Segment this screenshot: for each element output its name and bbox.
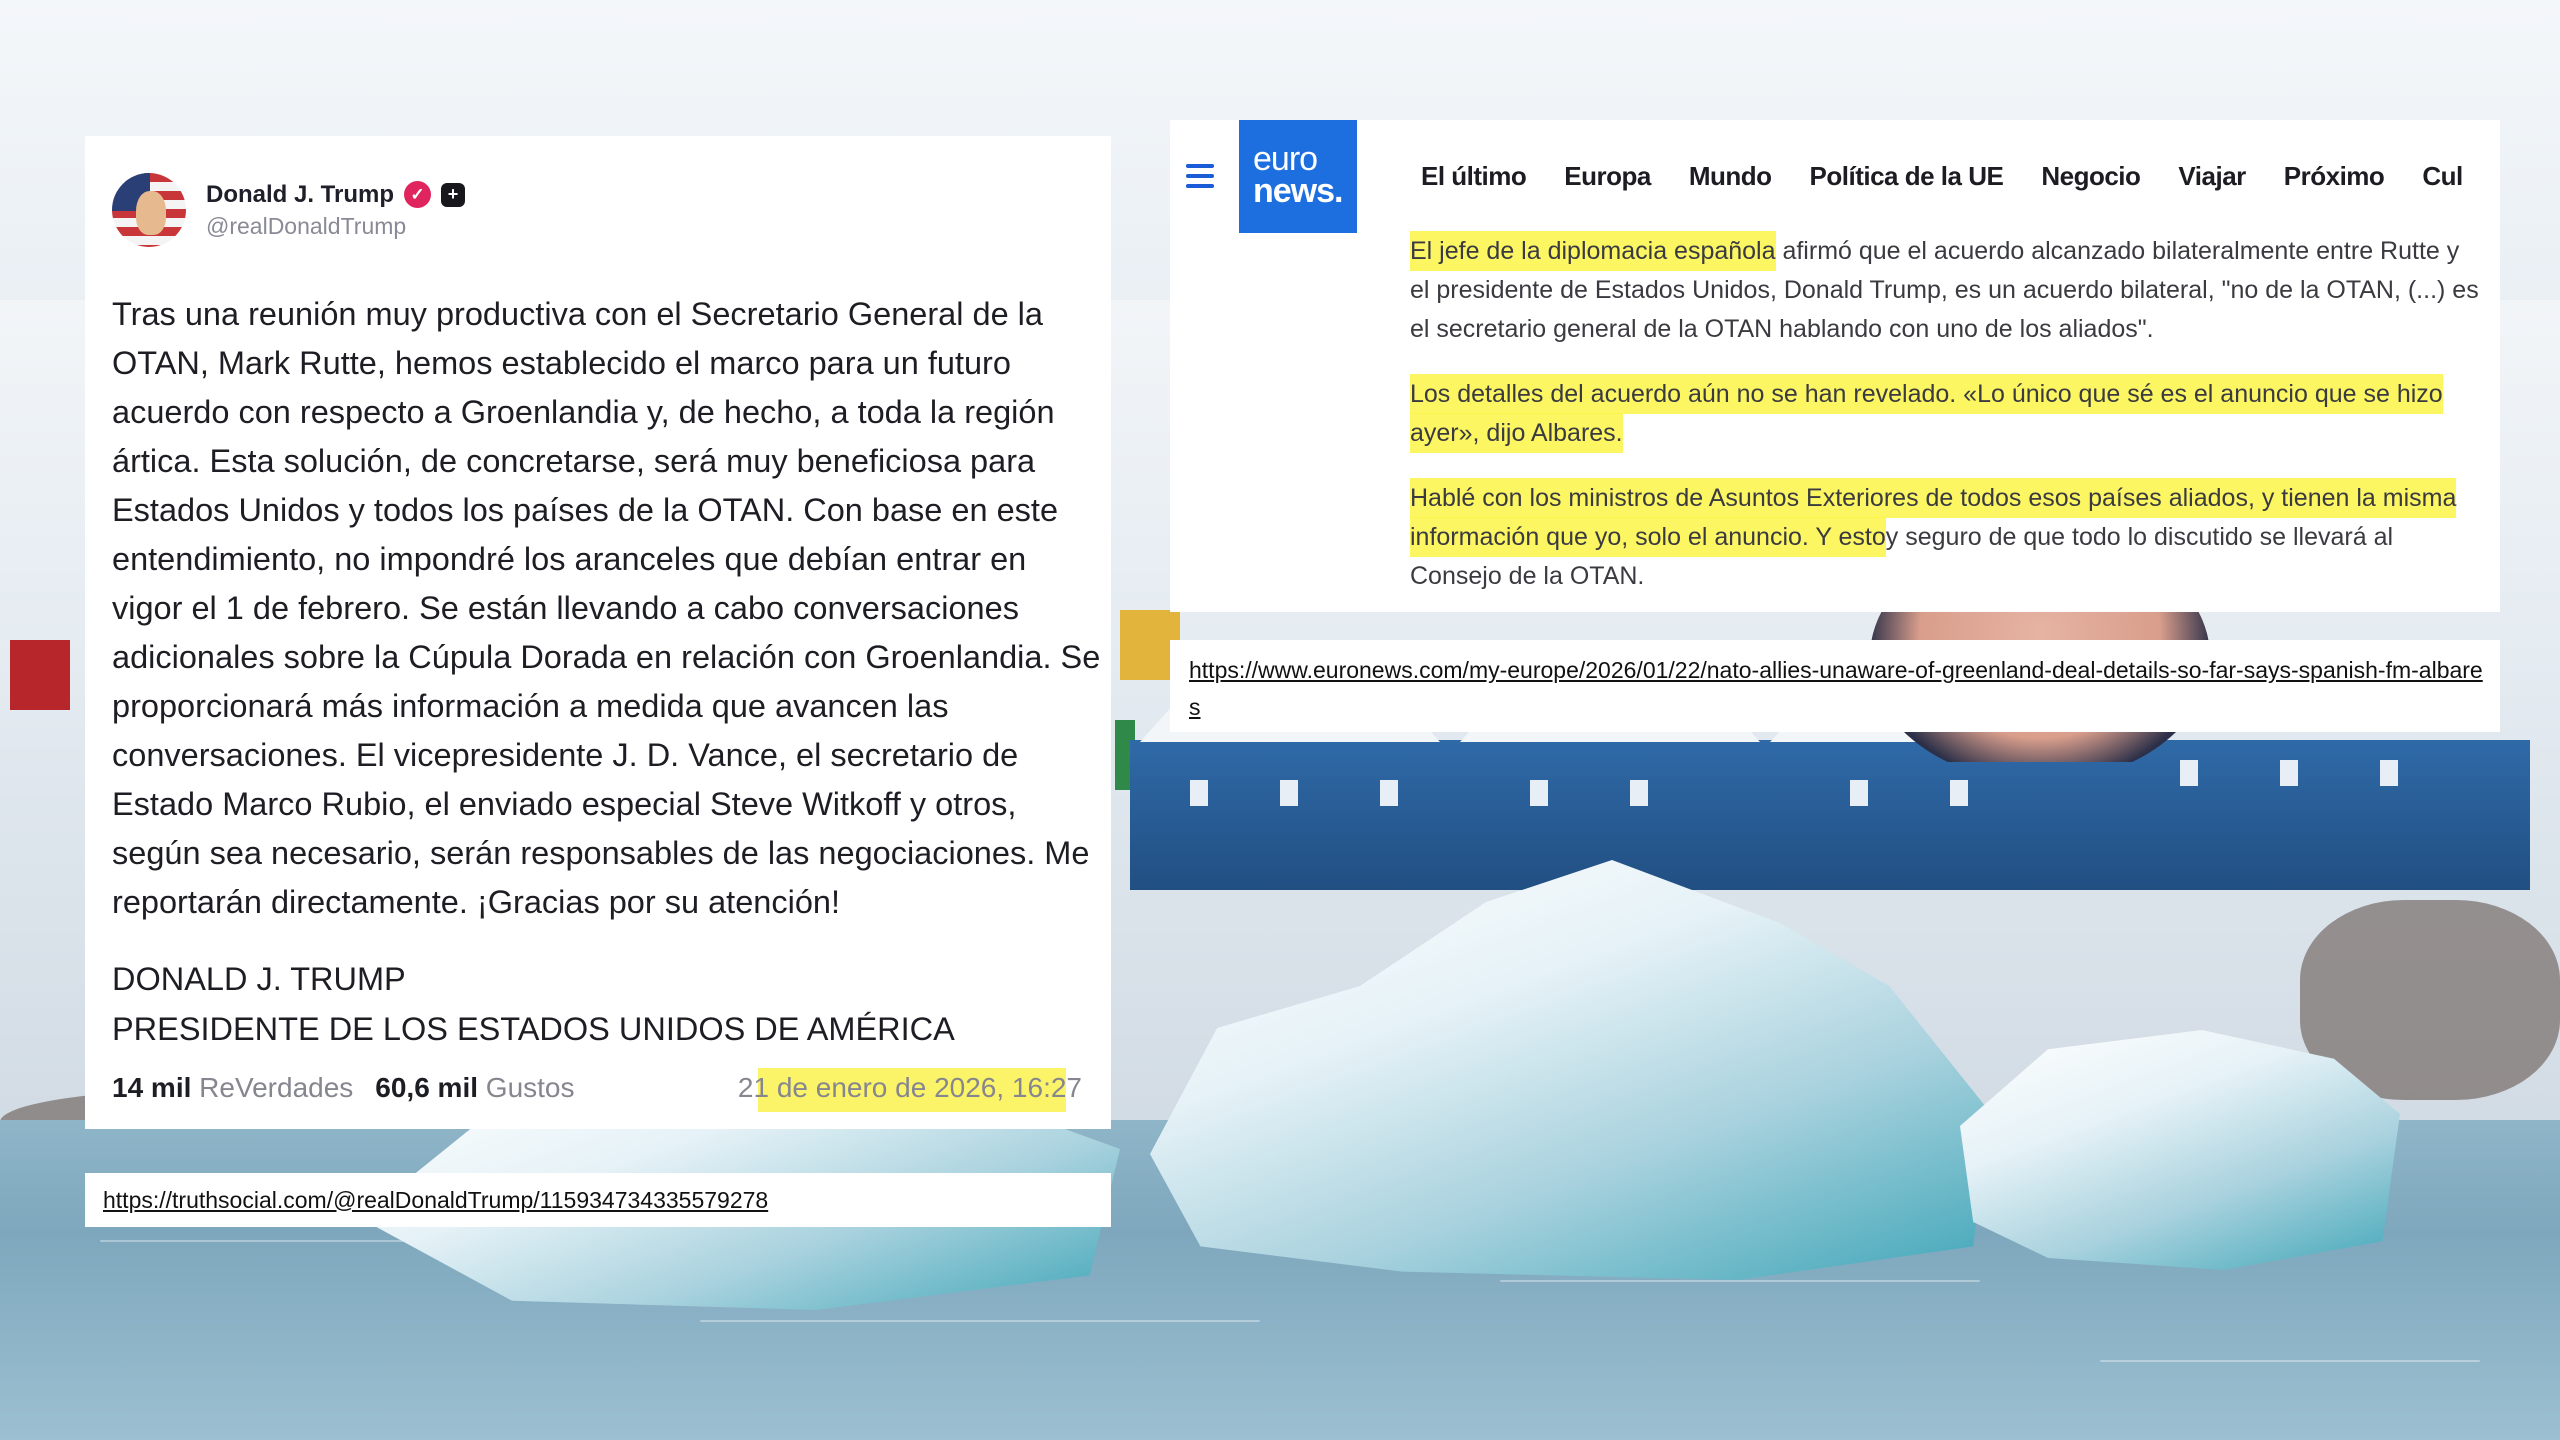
logo-line1: euro [1253,140,1318,178]
truth-social-post: Donald J. Trump ✓ + @realDonaldTrump Tra… [85,136,1111,1129]
euronews-article: euro news. El último Europa Mundo Políti… [1170,120,2500,612]
author-block: Donald J. Trump ✓ + @realDonaldTrump [206,181,466,240]
article-paragraph-2: Los detalles del acuerdo aún no se han r… [1410,374,2480,453]
signature: DONALD J. TRUMP PRESIDENTE DE LOS ESTADO… [112,954,955,1054]
truth-source-link[interactable]: https://truthsocial.com/@realDonaldTrump… [103,1187,768,1214]
red-house [10,640,70,710]
euronews-source-link[interactable]: https://www.euronews.com/my-europe/2026/… [1189,652,2489,726]
nav-item-cultura[interactable]: Cul [2422,161,2463,192]
article-text: El jefe de la diplomacia española afirmó… [1410,231,2480,612]
menu-icon[interactable] [1186,164,1214,188]
euronews-logo[interactable]: euro news. [1239,120,1357,233]
signature-title: PRESIDENTE DE LOS ESTADOS UNIDOS DE AMÉR… [112,1011,955,1047]
post-stats: 14 mil ReVerdades 60,6 mil Gustos 21 de … [112,1068,1082,1112]
post-date[interactable]: 21 de enero de 2026, 16:27 [737,1068,1082,1112]
plus-icon: + [441,182,466,207]
euronews-source-bar: https://www.euronews.com/my-europe/2026/… [1170,640,2500,732]
article-paragraph-3: Hablé con los ministros de Asuntos Exter… [1410,478,2480,596]
nav-item-proximo[interactable]: Próximo [2284,161,2385,192]
retruths-label: ReVerdades [199,1072,354,1103]
blue-houses [1130,702,2530,890]
likes-label: Gustos [485,1072,575,1103]
highlight-1: El jefe de la diplomacia española [1410,231,1776,271]
post-date-text: 21 de enero de 2026, 16:27 [737,1072,1082,1103]
truth-source-bar: https://truthsocial.com/@realDonaldTrump… [85,1173,1111,1227]
retruths-count: 14 mil [112,1072,192,1103]
display-name[interactable]: Donald J. Trump [206,181,394,209]
nav-item-el-ultimo[interactable]: El último [1421,161,1527,192]
handle[interactable]: @realDonaldTrump [206,213,465,240]
likes-stat[interactable]: 60,6 mil Gustos [375,1072,574,1104]
retruths-stat[interactable]: 14 mil ReVerdades [112,1072,353,1104]
nav-item-negocio[interactable]: Negocio [2041,161,2141,192]
nav-item-europa[interactable]: Europa [1564,161,1651,192]
signature-name: DONALD J. TRUMP [112,961,406,997]
nav-items: El último Europa Mundo Política de la UE… [1421,161,2463,192]
nav-item-politica-ue[interactable]: Política de la UE [1810,161,2004,192]
article-paragraph-1: El jefe de la diplomacia española afirmó… [1410,231,2480,349]
post-header: Donald J. Trump ✓ + @realDonaldTrump [112,170,466,250]
verified-icon: ✓ [404,181,432,208]
likes-count: 60,6 mil [375,1072,479,1103]
avatar[interactable] [112,173,186,247]
nav-item-viajar[interactable]: Viajar [2178,161,2246,192]
euronews-nav: euro news. El último Europa Mundo Políti… [1170,120,2500,233]
highlight-2: Los detalles del acuerdo aún no se han r… [1410,374,2443,453]
display-name-row: Donald J. Trump ✓ + [206,181,466,209]
nav-item-mundo[interactable]: Mundo [1689,161,1772,192]
logo-line2: news. [1253,172,1343,210]
post-body: Tras una reunión muy productiva con el S… [112,296,1101,920]
